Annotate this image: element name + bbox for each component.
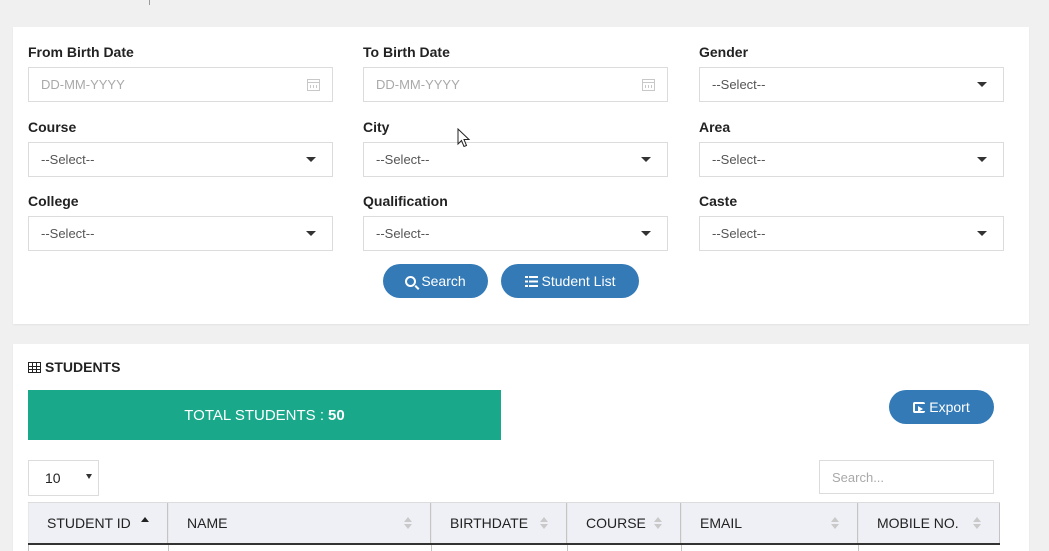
page-length-value: 10 bbox=[45, 470, 61, 486]
column-label: COURSE bbox=[586, 515, 646, 531]
college-selected-value: --Select-- bbox=[41, 226, 95, 241]
students-heading: STUDENTS bbox=[28, 359, 120, 375]
gender-selected-value: --Select-- bbox=[712, 77, 766, 92]
search-icon bbox=[405, 275, 417, 287]
table-icon bbox=[28, 361, 41, 373]
to-birth-date-label: To Birth Date bbox=[363, 44, 450, 60]
column-label: MOBILE NO. bbox=[877, 515, 959, 531]
mouse-cursor-icon bbox=[457, 128, 471, 148]
sort-icon bbox=[973, 517, 981, 529]
from-birth-date-label: From Birth Date bbox=[28, 44, 134, 60]
course-field: Course --Select-- bbox=[28, 118, 333, 177]
column-header-birthdate[interactable]: BIRTHDATE bbox=[431, 503, 567, 543]
city-label: City bbox=[363, 119, 390, 135]
area-selected-value: --Select-- bbox=[712, 152, 766, 167]
students-panel: STUDENTS TOTAL STUDENTS : 50 Export 10 S… bbox=[13, 344, 1029, 551]
calendar-icon[interactable] bbox=[642, 78, 655, 91]
college-label: College bbox=[28, 193, 79, 209]
students-title: STUDENTS bbox=[45, 359, 121, 375]
qualification-selected-value: --Select-- bbox=[376, 226, 430, 241]
gender-field: Gender --Select-- bbox=[699, 43, 1004, 102]
column-header-student-id[interactable]: STUDENT ID bbox=[28, 503, 168, 543]
sort-icon bbox=[654, 517, 662, 529]
sort-icon bbox=[540, 517, 548, 529]
total-students-label: TOTAL STUDENTS : bbox=[184, 406, 325, 424]
caret-down-icon bbox=[641, 231, 651, 236]
caste-field: Caste --Select-- bbox=[699, 192, 1004, 251]
caret-down-icon bbox=[306, 157, 316, 162]
caret-down-icon bbox=[641, 157, 651, 162]
export-button-label: Export bbox=[929, 399, 970, 415]
caret-down-icon bbox=[977, 82, 987, 87]
caret-down-icon bbox=[306, 231, 316, 236]
filter-panel: From Birth Date DD-MM-YYYY To Birth Date… bbox=[13, 27, 1029, 324]
table-search-placeholder: Search... bbox=[832, 469, 885, 485]
student-list-button[interactable]: Student List bbox=[501, 264, 639, 298]
caret-down-icon bbox=[977, 157, 987, 162]
column-header-email[interactable]: EMAIL bbox=[681, 503, 858, 543]
to-birth-date-placeholder: DD-MM-YYYY bbox=[376, 77, 460, 92]
qualification-label: Qualification bbox=[363, 193, 448, 209]
list-icon bbox=[524, 275, 538, 287]
course-label: Course bbox=[28, 119, 77, 135]
search-button[interactable]: Search bbox=[383, 264, 488, 298]
city-select[interactable]: --Select-- bbox=[363, 142, 668, 177]
column-header-mobile-no[interactable]: MOBILE NO. bbox=[858, 503, 1000, 543]
gender-label: Gender bbox=[699, 44, 749, 60]
total-students-count: 50 bbox=[328, 406, 345, 424]
column-label: BIRTHDATE bbox=[450, 515, 529, 531]
from-birth-date-field: From Birth Date DD-MM-YYYY bbox=[28, 43, 333, 102]
column-header-course[interactable]: COURSE bbox=[567, 503, 681, 543]
caste-label: Caste bbox=[699, 193, 738, 209]
caste-select[interactable]: --Select-- bbox=[699, 216, 1004, 251]
page-length-select[interactable]: 10 bbox=[28, 460, 99, 496]
qualification-select[interactable]: --Select-- bbox=[363, 216, 668, 251]
sort-ascending-icon bbox=[141, 517, 149, 523]
qualification-field: Qualification --Select-- bbox=[363, 192, 668, 251]
table-body bbox=[28, 545, 1000, 551]
gender-select[interactable]: --Select-- bbox=[699, 67, 1004, 102]
export-button[interactable]: Export bbox=[889, 390, 994, 424]
to-birth-date-input[interactable]: DD-MM-YYYY bbox=[363, 67, 668, 102]
total-students-banner: TOTAL STUDENTS : 50 bbox=[28, 390, 501, 440]
course-select[interactable]: --Select-- bbox=[28, 142, 333, 177]
calendar-icon[interactable] bbox=[307, 78, 320, 91]
sort-icon bbox=[404, 517, 412, 529]
from-birth-date-input[interactable]: DD-MM-YYYY bbox=[28, 67, 333, 102]
student-list-button-label: Student List bbox=[541, 273, 616, 289]
area-field: Area --Select-- bbox=[699, 118, 1004, 177]
college-select[interactable]: --Select-- bbox=[28, 216, 333, 251]
table-search-input[interactable]: Search... bbox=[819, 460, 994, 494]
course-selected-value: --Select-- bbox=[41, 152, 95, 167]
export-icon bbox=[913, 401, 926, 413]
from-birth-date-placeholder: DD-MM-YYYY bbox=[41, 77, 125, 92]
area-select[interactable]: --Select-- bbox=[699, 142, 1004, 177]
to-birth-date-field: To Birth Date DD-MM-YYYY bbox=[363, 43, 668, 102]
search-button-label: Search bbox=[421, 273, 466, 289]
city-field: City --Select-- bbox=[363, 118, 668, 177]
caste-selected-value: --Select-- bbox=[712, 226, 766, 241]
column-label: EMAIL bbox=[700, 515, 743, 531]
column-label: STUDENT ID bbox=[47, 515, 131, 531]
caret-down-icon bbox=[86, 474, 92, 479]
area-label: Area bbox=[699, 119, 731, 135]
table-header: STUDENT ID NAME BIRTHDATE COURSE EMAIL M… bbox=[28, 502, 1000, 545]
column-label: NAME bbox=[187, 515, 228, 531]
top-separator bbox=[149, 0, 150, 5]
college-field: College --Select-- bbox=[28, 192, 333, 251]
city-selected-value: --Select-- bbox=[376, 152, 430, 167]
caret-down-icon bbox=[977, 231, 987, 236]
column-header-name[interactable]: NAME bbox=[168, 503, 431, 543]
sort-icon bbox=[831, 517, 839, 529]
